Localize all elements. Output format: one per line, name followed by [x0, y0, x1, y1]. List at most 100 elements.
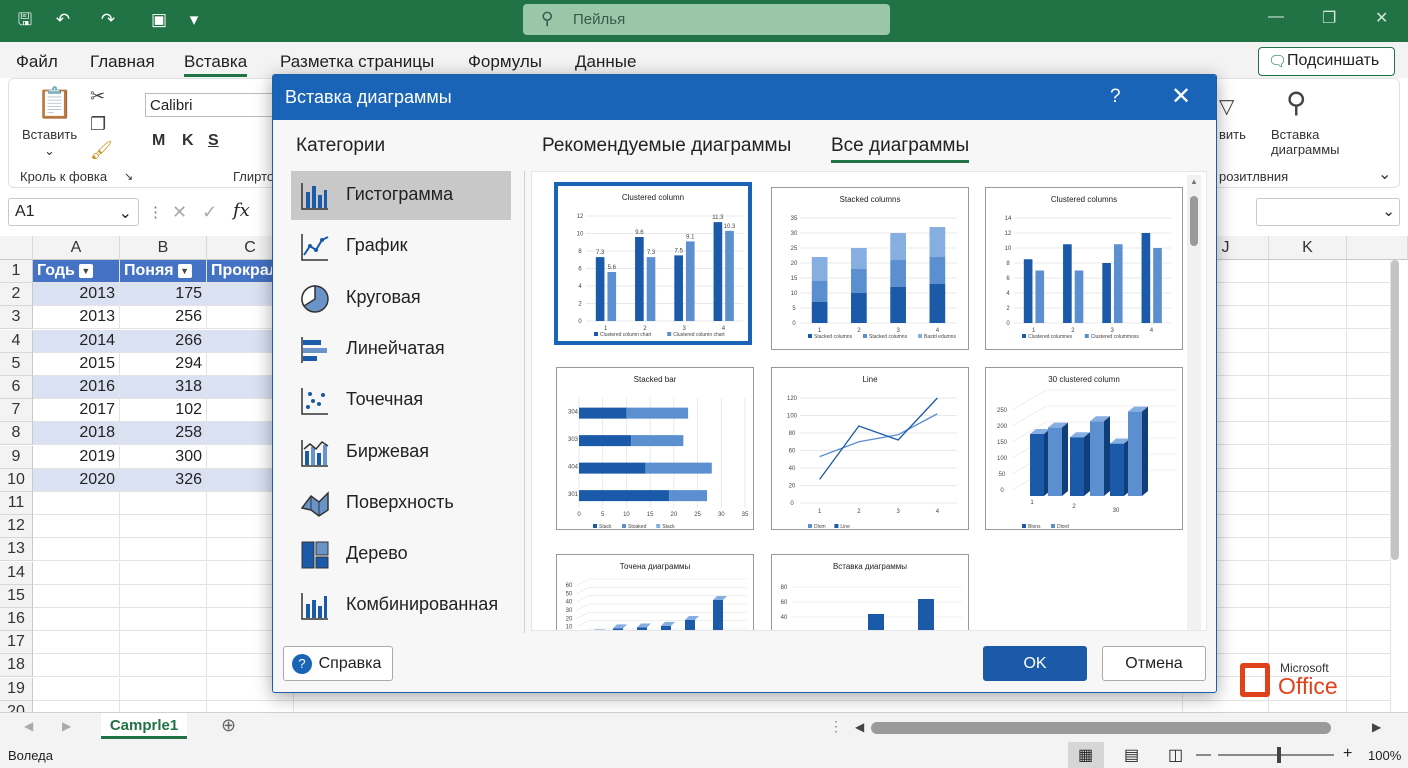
grid-cell[interactable] [33, 631, 120, 655]
paste-icon[interactable]: 📋 [36, 86, 73, 121]
italic-button[interactable]: K [182, 132, 194, 150]
table-cell[interactable]: 2013 [33, 283, 120, 307]
save-icon[interactable]: 🖫 [14, 9, 36, 31]
table-cell[interactable]: 2013 [33, 306, 120, 330]
row-header[interactable]: 12 [0, 515, 33, 539]
column-header-k[interactable]: K [1269, 236, 1347, 260]
grid-cell[interactable] [1347, 538, 1391, 562]
paste-dropdown-icon[interactable]: ⌄ [44, 143, 55, 159]
confirm-entry-icon[interactable]: ✓ [202, 202, 217, 223]
grid-cell[interactable] [1347, 677, 1391, 701]
grid-cell[interactable] [1347, 399, 1391, 423]
table-cell[interactable]: 2016 [33, 376, 120, 399]
normal-view-icon[interactable]: ▦ [1078, 745, 1093, 765]
menu-page-layout[interactable]: Разметка страницы [280, 52, 434, 72]
category-item[interactable]: График [291, 222, 511, 271]
row-header[interactable]: 5 [0, 352, 33, 376]
dialog-close-icon[interactable]: ✕ [1171, 82, 1191, 111]
grid-cell[interactable] [1347, 584, 1391, 608]
category-item[interactable]: Круговая [291, 274, 511, 323]
chart-type-thumbnail[interactable]: 30 clustered column 0 50 100 150 200 250 1 2 30 Bl… [985, 367, 1183, 530]
grid-cell[interactable] [1347, 422, 1391, 446]
row-header[interactable]: 7 [0, 399, 33, 423]
search-box[interactable]: ⚲ Пейлья [523, 4, 890, 35]
table-cell[interactable]: 2014 [33, 329, 120, 353]
table-cell[interactable]: 2015 [33, 352, 120, 376]
chart-type-thumbnail[interactable]: Clustered column 0 2 4 6 8 10 12 7.3 5.6 1 9.6 7.3 2 7… [554, 182, 752, 345]
ok-button[interactable]: OK [983, 646, 1087, 681]
grid-cell[interactable] [207, 700, 294, 712]
filter-label[interactable]: вить [1219, 127, 1246, 142]
row-header[interactable]: 3 [0, 306, 33, 330]
grid-cell[interactable] [1347, 352, 1391, 376]
close-window-icon[interactable]: ✕ [1375, 8, 1388, 28]
grid-cell[interactable] [1269, 492, 1347, 515]
grid-cell[interactable] [1269, 283, 1347, 307]
column-header-b[interactable]: B [120, 236, 207, 260]
grid-cell[interactable] [1347, 700, 1391, 712]
grid-cell[interactable] [120, 677, 207, 701]
name-box-dropdown-icon[interactable]: ⌄ [119, 203, 132, 223]
grid-cell[interactable] [33, 584, 120, 608]
grid-cell[interactable] [120, 561, 207, 585]
grid-cell[interactable] [1269, 352, 1347, 376]
grid-cell[interactable] [1347, 445, 1391, 469]
function-icon[interactable]: fx [233, 200, 250, 221]
table-cell[interactable]: 300 [120, 445, 207, 469]
formula-expand-icon[interactable]: ⌄ [1382, 202, 1395, 220]
grid-cell[interactable] [1269, 700, 1347, 712]
vertical-scrollbar[interactable] [1391, 260, 1399, 560]
zoom-slider-thumb[interactable] [1277, 747, 1281, 763]
row-header[interactable]: 13 [0, 538, 33, 562]
grid-cell[interactable] [1269, 445, 1347, 469]
page-break-view-icon[interactable]: ◫ [1168, 745, 1183, 765]
table-cell[interactable]: 256 [120, 306, 207, 330]
cancel-button[interactable]: Отмена [1102, 646, 1206, 681]
chart-type-thumbnail[interactable]: Line 0 20 40 60 80 100 120 1 2 3 4 Dlom Line [771, 367, 969, 530]
chart-type-thumbnail[interactable]: Clustered columns 0 2 4 6 8 10 12 14 1 2 3 4 Clustere… [985, 187, 1183, 350]
chart-type-thumbnail[interactable]: Вставка диаграммы 0 20 40 60 80 [771, 554, 969, 630]
grid-cell[interactable] [33, 515, 120, 539]
menu-formulas[interactable]: Формулы [468, 52, 542, 72]
sheet-next-icon[interactable]: ▶ [62, 719, 71, 733]
copy-icon[interactable]: ❐ [90, 114, 106, 135]
chart-type-thumbnail[interactable]: Stacked columns 0 5 10 15 20 25 30 35 1 2 3 4 Stacked… [771, 187, 969, 350]
ribbon-collapse-icon[interactable]: ⌄ [1378, 164, 1391, 184]
sheet-options-icon[interactable]: ⋮ [829, 718, 843, 735]
table-cell[interactable]: 2020 [33, 468, 120, 492]
row-header[interactable]: 17 [0, 631, 33, 655]
grid-cell[interactable] [1269, 468, 1347, 492]
menu-home[interactable]: Главная [90, 52, 155, 72]
insert-chart-search-icon[interactable]: ⚲ [1286, 86, 1307, 119]
add-sheet-icon[interactable]: ⊕ [221, 715, 236, 736]
table-cell[interactable]: 2019 [33, 445, 120, 469]
grid-cell[interactable] [1269, 608, 1347, 631]
font-name-select[interactable]: Calibri [145, 93, 275, 117]
insert-chart-label[interactable]: Вставка диаграммы [1271, 127, 1341, 157]
formula-input[interactable]: ⌄ [1256, 198, 1400, 226]
grid-cell[interactable] [120, 492, 207, 515]
grid-cell[interactable] [120, 631, 207, 655]
grid-cell[interactable] [120, 538, 207, 562]
sheet-prev-icon[interactable]: ◀ [24, 719, 33, 733]
row-header[interactable]: 10 [0, 468, 33, 492]
row-header[interactable]: 20 [0, 700, 33, 712]
table-cell[interactable]: 266 [120, 329, 207, 353]
select-all-corner[interactable] [0, 236, 33, 260]
grid-cell[interactable] [1347, 260, 1391, 283]
grid-cell[interactable] [33, 492, 120, 515]
redo-icon[interactable]: ↷ [97, 9, 119, 31]
grid-cell[interactable] [33, 700, 120, 712]
grid-cell[interactable] [1269, 631, 1347, 655]
grid-cell[interactable] [33, 654, 120, 678]
cancel-entry-icon[interactable]: ✕ [172, 202, 187, 223]
grid-cell[interactable] [120, 608, 207, 631]
category-item[interactable]: Гистограмма [291, 171, 511, 220]
grid-cell[interactable] [120, 515, 207, 539]
row-header[interactable]: 2 [0, 283, 33, 307]
table-cell[interactable]: 326 [120, 468, 207, 492]
grid-cell[interactable] [1183, 700, 1269, 712]
menu-insert[interactable]: Вставка [184, 52, 248, 77]
grid-cell[interactable] [1347, 492, 1391, 515]
zoom-in-icon[interactable]: + [1343, 745, 1352, 763]
